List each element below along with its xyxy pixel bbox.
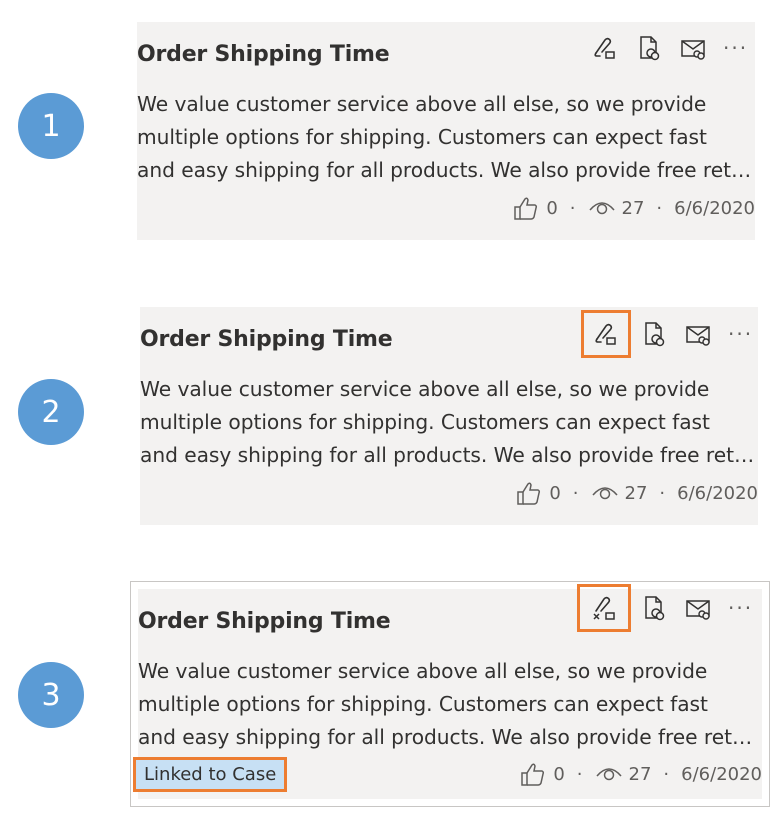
like-icon[interactable] <box>519 761 547 787</box>
separator: · <box>663 763 670 785</box>
link-case-icon <box>595 323 616 345</box>
like-count: 0 <box>553 763 565 785</box>
email-icon <box>686 600 710 620</box>
copy-link-icon <box>640 36 660 61</box>
description-line: multiple options for shipping. Customers… <box>137 125 707 149</box>
email-link-button[interactable] <box>682 318 714 350</box>
article-meta: 0 · 27 · 6/6/2020 <box>512 195 755 221</box>
views-icon <box>595 768 622 781</box>
view-count: 27 <box>628 763 652 785</box>
step-number-badge: 2 <box>18 379 84 445</box>
separator: · <box>656 197 663 219</box>
card-actions: ··· <box>577 584 753 632</box>
separator: · <box>576 763 583 785</box>
email-link-button[interactable] <box>677 32 709 64</box>
more-options-button[interactable]: ··· <box>728 596 753 620</box>
email-icon <box>681 40 705 60</box>
article-title[interactable]: Order Shipping Time <box>137 42 390 67</box>
separator: · <box>569 197 576 219</box>
article-description: We value customer service above all else… <box>137 88 757 187</box>
view-count: 27 <box>624 482 648 504</box>
knowledge-article-card[interactable]: Order Shipping Time · ·· We value custome… <box>140 307 758 525</box>
article-description: We value customer service above all else… <box>140 373 760 472</box>
description-line: and easy shipping for all products. We a… <box>138 725 756 749</box>
description-line: We value customer service above all else… <box>138 659 708 683</box>
like-icon[interactable] <box>512 195 540 221</box>
copy-link-button[interactable] <box>638 318 670 350</box>
knowledge-article-card[interactable]: Order Shipping Time · ·· We value custome… <box>137 22 755 240</box>
like-count: 0 <box>546 197 558 219</box>
link-to-case-button[interactable] <box>581 310 631 358</box>
card-actions: ··· <box>581 310 753 358</box>
unlink-case-icon <box>593 596 615 620</box>
copy-link-icon <box>645 322 665 347</box>
email-icon <box>686 326 710 346</box>
article-title[interactable]: Order Shipping Time <box>140 327 393 352</box>
more-options-button[interactable]: ··· <box>728 322 753 346</box>
like-icon[interactable] <box>515 480 543 506</box>
description-line: We value customer service above all else… <box>137 92 707 116</box>
linked-to-case-badge: Linked to Case <box>133 757 288 792</box>
views-icon <box>588 202 615 215</box>
view-count: 27 <box>621 197 645 219</box>
description-line: multiple options for shipping. Customers… <box>138 692 708 716</box>
card-actions: ··· <box>589 32 748 64</box>
article-meta: 0 · 27 · 6/6/2020 <box>519 761 762 787</box>
step-number-badge: 1 <box>18 93 84 159</box>
article-meta: 0 · 27 · 6/6/2020 <box>515 480 758 506</box>
description-line: and easy shipping for all products. We a… <box>137 158 755 182</box>
article-description: We value customer service above all else… <box>138 655 758 754</box>
knowledge-article-card[interactable]: Order Shipping Time · ·· We value custome… <box>133 584 762 799</box>
step-number-badge: 3 <box>18 662 84 728</box>
copy-link-icon <box>645 596 665 621</box>
copy-link-button[interactable] <box>638 592 670 624</box>
description-line: and easy shipping for all products. We a… <box>140 443 758 467</box>
separator: · <box>572 482 579 504</box>
description-line: multiple options for shipping. Customers… <box>140 410 710 434</box>
like-count: 0 <box>549 482 561 504</box>
unlink-from-case-button[interactable] <box>577 584 631 632</box>
article-date: 6/6/2020 <box>674 197 755 219</box>
link-case-icon <box>594 37 615 59</box>
views-icon <box>591 487 618 500</box>
more-options-button[interactable]: ··· <box>723 36 748 60</box>
separator: · <box>659 482 666 504</box>
description-line: We value customer service above all else… <box>140 377 710 401</box>
email-link-button[interactable] <box>682 592 714 624</box>
article-date: 6/6/2020 <box>677 482 758 504</box>
article-date: 6/6/2020 <box>681 763 762 785</box>
link-to-case-button[interactable] <box>589 32 621 64</box>
copy-link-button[interactable] <box>633 32 665 64</box>
article-title[interactable]: Order Shipping Time <box>138 609 391 634</box>
